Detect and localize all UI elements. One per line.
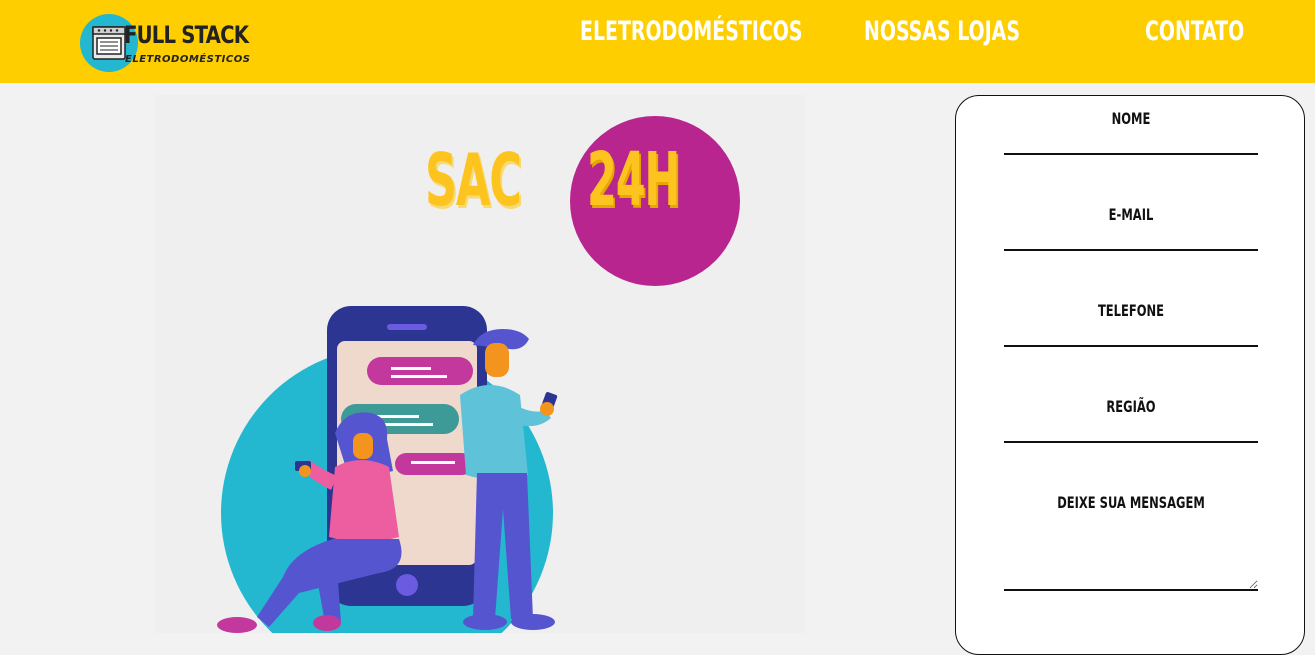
logo-title: FULL STACK [124,21,249,49]
nav-link-eletrodomesticos[interactable]: ELETRODOMÉSTICOS [580,16,803,48]
brand-logo[interactable]: FULL STACK ELETRODOMÉSTICOS [80,13,260,73]
region-input[interactable] [1004,419,1258,443]
email-input[interactable] [1004,227,1258,251]
nav-link-contato[interactable]: CONTATO [1145,16,1244,48]
phone-input[interactable] [1004,323,1258,347]
nav-link-nossas-lojas[interactable]: NOSSAS LOJAS [864,16,1020,48]
contact-form: NOME E-MAIL TELEFONE REGIÃO DEIXE SUA ME… [955,95,1305,655]
logo-subtitle: ELETRODOMÉSTICOS [125,54,251,65]
name-input[interactable] [1004,131,1258,155]
message-textarea[interactable] [1004,521,1258,591]
sac-heading: SAC [425,138,522,222]
hours-heading: 24H [587,137,680,223]
email-label: E-MAIL [1108,205,1154,224]
sac-hero-banner: SAC 24H [155,95,805,633]
phone-label: TELEFONE [1097,301,1165,320]
top-nav-bar: FULL STACK ELETRODOMÉSTICOS ELETRODOMÉST… [0,0,1315,83]
stove-icon [92,26,126,60]
name-label: NOME [1111,109,1151,128]
region-label: REGIÃO [1106,397,1156,416]
message-label: DEIXE SUA MENSAGEM [1057,493,1205,512]
